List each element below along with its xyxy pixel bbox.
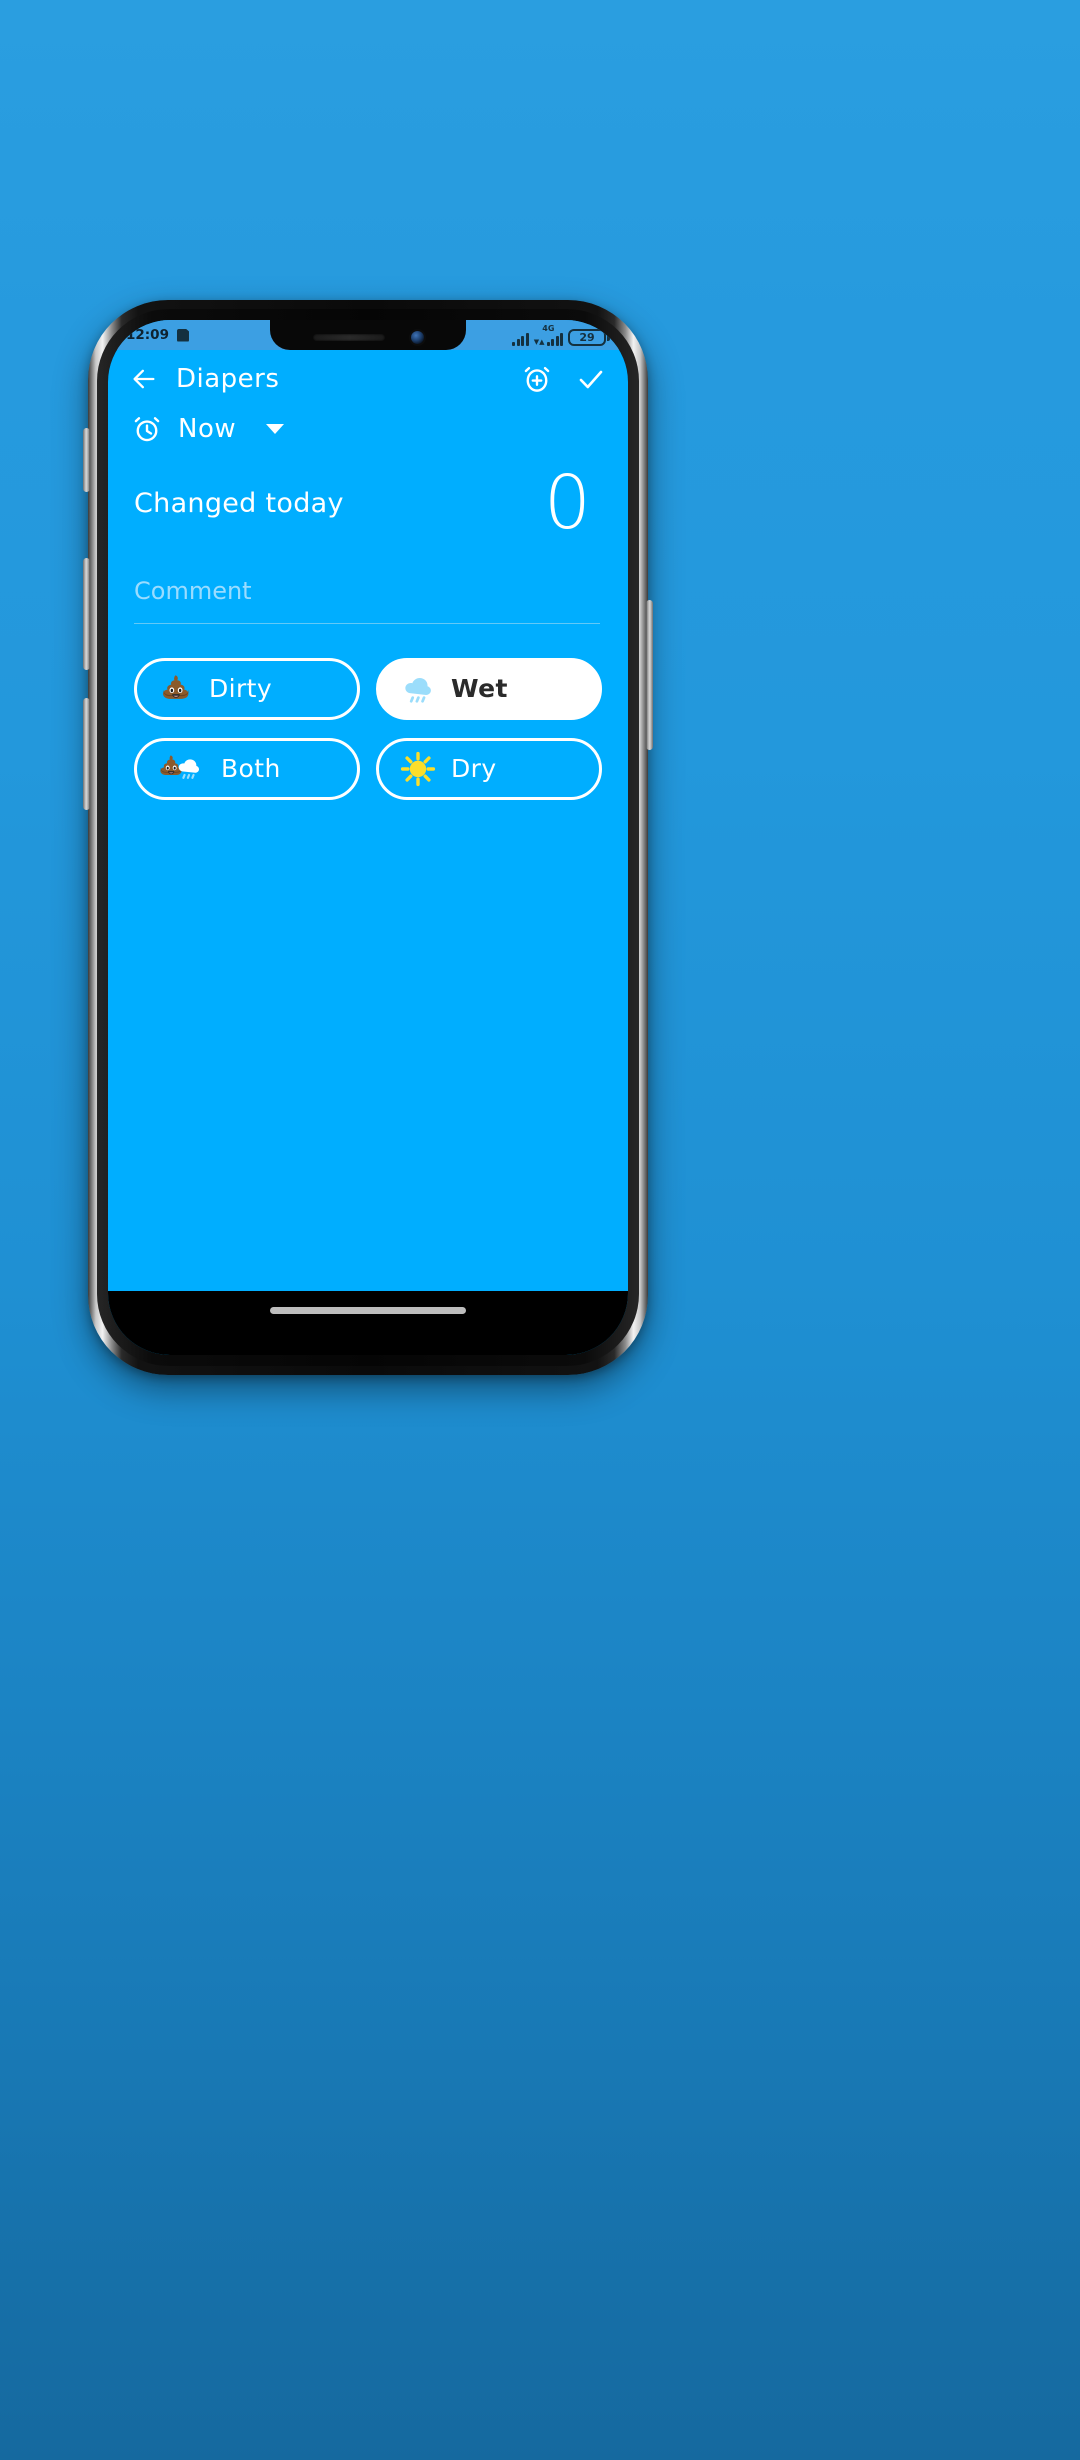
comment-input[interactable]: [134, 576, 600, 623]
volume-down-button[interactable]: [83, 698, 90, 810]
alarm-plus-icon[interactable]: [522, 364, 552, 394]
check-icon[interactable]: [576, 364, 606, 394]
cellular-bars-icon: [546, 332, 563, 346]
app-content: Diapers Now Changed today 0 Comment Dirt…: [108, 350, 628, 1355]
choice-label: Wet: [451, 674, 508, 704]
power-button[interactable]: [646, 600, 653, 750]
page-title: Diapers: [176, 364, 280, 394]
display-notch: [270, 320, 466, 350]
changed-today-row: Changed today 0: [108, 444, 628, 546]
status-bar-right: 4G ▼▲ 29: [512, 323, 612, 346]
volume-up-button[interactable]: [83, 558, 90, 670]
battery-percent-label: 29: [568, 328, 606, 346]
signal-bars-icon: [512, 332, 529, 346]
header-actions: [522, 364, 606, 394]
battery-icon: 29: [568, 328, 610, 346]
battery-cap: [607, 333, 610, 341]
choice-dirty[interactable]: Dirty: [134, 657, 360, 720]
time-value-label: Now: [178, 414, 237, 444]
data-transfer-icon: ▼▲: [533, 337, 545, 346]
network-signal-row: ▼▲: [533, 332, 563, 346]
home-indicator[interactable]: [270, 1307, 466, 1314]
comment-field-wrapper: [134, 576, 600, 624]
changed-today-count: 0: [543, 460, 591, 546]
choice-dry[interactable]: Dry: [376, 737, 602, 800]
choice-label: Dirty: [209, 674, 273, 704]
choice-both[interactable]: Both: [134, 737, 360, 800]
changed-today-label: Changed today: [134, 487, 344, 519]
status-bar-clock: 12:09: [126, 327, 169, 343]
rain-cloud-emoji: [395, 669, 441, 709]
earpiece-speaker-icon: [312, 333, 385, 341]
app-header: Diapers: [108, 350, 628, 408]
phone-device-frame: 12:09 4G ▼▲ 29 Diapers Now Changed today…: [83, 300, 653, 1375]
diapers-logging-screen: 12:09 4G ▼▲ 29 Diapers Now Changed today…: [108, 320, 628, 1355]
sd-card-icon: [177, 329, 189, 342]
comment-underline: [134, 622, 600, 624]
back-arrow-icon[interactable]: [130, 365, 158, 393]
diaper-type-choices: Dirty Wet Both Dry: [134, 657, 602, 800]
phone-screen: 12:09 4G ▼▲ 29 Diapers Now Changed today…: [108, 320, 628, 1355]
network-type-label: 4G: [542, 323, 555, 333]
network-indicator: 4G ▼▲: [533, 323, 563, 346]
status-bar-left: 12:09: [126, 327, 189, 343]
time-selector-row[interactable]: Now: [108, 408, 628, 444]
poop-and-rain-emoji: [153, 749, 211, 789]
chevron-down-icon[interactable]: [266, 424, 285, 434]
choice-wet[interactable]: Wet: [376, 657, 602, 720]
alarm-clock-icon: [134, 417, 160, 442]
sun-emoji: [395, 749, 441, 789]
front-camera-icon: [410, 330, 424, 344]
wallpaper-background: 12:09 4G ▼▲ 29 Diapers Now Changed today…: [0, 0, 1080, 2460]
poop-emoji: [153, 669, 199, 709]
system-navigation-bar: [108, 1291, 628, 1355]
silent-switch-button[interactable]: [83, 428, 90, 492]
choice-label: Dry: [451, 754, 497, 784]
choice-label: Both: [221, 754, 281, 784]
